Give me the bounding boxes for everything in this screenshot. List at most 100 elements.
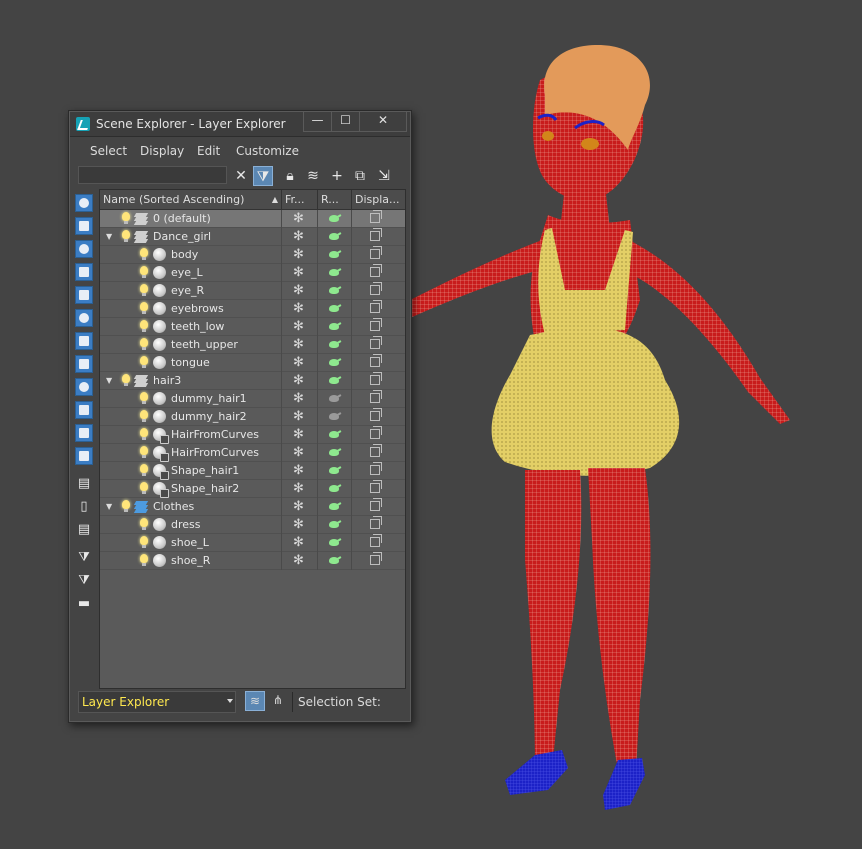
- freeze-toggle[interactable]: ✻: [282, 552, 318, 570]
- column-display[interactable]: Displa...: [352, 190, 405, 209]
- render-toggle[interactable]: [318, 552, 352, 570]
- display-cameras-icon[interactable]: [75, 263, 93, 281]
- tree-row[interactable]: HairFromCurves ✻: [100, 444, 405, 462]
- menu-customize[interactable]: Customize: [236, 144, 299, 158]
- column-render[interactable]: R...: [318, 190, 352, 209]
- display-shapes-icon[interactable]: [75, 217, 93, 235]
- visibility-bulb-icon[interactable]: [140, 356, 148, 368]
- freeze-toggle[interactable]: ✻: [282, 264, 318, 282]
- tree-row[interactable]: teeth_low ✻: [100, 318, 405, 336]
- explorer-dropdown[interactable]: Layer Explorer: [78, 691, 236, 713]
- display-invert-icon[interactable]: ▤: [75, 521, 93, 539]
- title-bar[interactable]: Scene Explorer - Layer Explorer — ☐ ✕: [70, 112, 410, 137]
- display-toggle[interactable]: [352, 426, 405, 444]
- menu-display[interactable]: Display: [140, 144, 184, 158]
- display-geometry-icon[interactable]: [75, 194, 93, 212]
- column-frozen[interactable]: Fr...: [282, 190, 318, 209]
- freeze-toggle[interactable]: ✻: [282, 534, 318, 552]
- row-name-cell[interactable]: body: [100, 246, 282, 264]
- display-containers-icon[interactable]: [75, 401, 93, 419]
- display-toggle[interactable]: [352, 408, 405, 426]
- tree-row[interactable]: teeth_upper ✻: [100, 336, 405, 354]
- maximize-button[interactable]: ☐: [331, 112, 360, 132]
- display-frozen-icon[interactable]: [75, 424, 93, 442]
- display-toggle[interactable]: [352, 228, 405, 246]
- render-toggle[interactable]: [318, 264, 352, 282]
- display-toggle[interactable]: [352, 210, 405, 228]
- visibility-bulb-icon[interactable]: [122, 212, 130, 224]
- tree-row[interactable]: eye_R ✻: [100, 282, 405, 300]
- freeze-toggle[interactable]: ✻: [282, 228, 318, 246]
- display-toggle[interactable]: [352, 552, 405, 570]
- visibility-bulb-icon[interactable]: [140, 302, 148, 314]
- tree-row[interactable]: eye_L ✻: [100, 264, 405, 282]
- render-toggle[interactable]: [318, 372, 352, 390]
- visibility-bulb-icon[interactable]: [122, 230, 130, 242]
- freeze-toggle[interactable]: ✻: [282, 444, 318, 462]
- display-toggle[interactable]: [352, 390, 405, 408]
- expand-toggle-icon[interactable]: ▼: [106, 502, 112, 511]
- freeze-toggle[interactable]: ✻: [282, 462, 318, 480]
- visibility-bulb-icon[interactable]: [140, 482, 148, 494]
- display-bones-icon[interactable]: [75, 378, 93, 396]
- freeze-toggle[interactable]: ✻: [282, 426, 318, 444]
- menu-edit[interactable]: Edit: [197, 144, 220, 158]
- visibility-bulb-icon[interactable]: [122, 500, 130, 512]
- tree-row[interactable]: dress ✻: [100, 516, 405, 534]
- visibility-bulb-icon[interactable]: [140, 446, 148, 458]
- tree-row[interactable]: ▼ hair3 ✻: [100, 372, 405, 390]
- filter-funnel-icon[interactable]: ⧩: [75, 549, 93, 567]
- freeze-toggle[interactable]: ✻: [282, 318, 318, 336]
- display-xrefs-icon[interactable]: [75, 355, 93, 373]
- visibility-bulb-icon[interactable]: [140, 536, 148, 548]
- display-lights-icon[interactable]: [75, 240, 93, 258]
- display-toggle[interactable]: [352, 480, 405, 498]
- row-name-cell[interactable]: HairFromCurves: [100, 444, 282, 462]
- display-all-icon[interactable]: ▤: [75, 475, 93, 493]
- add-to-layer-icon[interactable]: ⧉: [350, 166, 370, 186]
- display-hidden-icon[interactable]: [75, 447, 93, 465]
- row-name-cell[interactable]: shoe_L: [100, 534, 282, 552]
- tree-row[interactable]: tongue ✻: [100, 354, 405, 372]
- render-toggle[interactable]: [318, 246, 352, 264]
- freeze-toggle[interactable]: ✻: [282, 282, 318, 300]
- visibility-bulb-icon[interactable]: [140, 266, 148, 278]
- row-name-cell[interactable]: ▼ Clothes: [100, 498, 282, 516]
- select-layer-icon[interactable]: ⇲: [374, 166, 394, 186]
- render-toggle[interactable]: [318, 228, 352, 246]
- row-name-cell[interactable]: eyebrows: [100, 300, 282, 318]
- freeze-toggle[interactable]: ✻: [282, 408, 318, 426]
- visibility-bulb-icon[interactable]: [140, 338, 148, 350]
- render-toggle[interactable]: [318, 408, 352, 426]
- expand-toggle-icon[interactable]: ▼: [106, 376, 112, 385]
- render-toggle[interactable]: [318, 516, 352, 534]
- display-toggle[interactable]: [352, 264, 405, 282]
- tree-row[interactable]: shoe_R ✻: [100, 552, 405, 570]
- tree-row[interactable]: Shape_hair2 ✻: [100, 480, 405, 498]
- render-toggle[interactable]: [318, 498, 352, 516]
- visibility-bulb-icon[interactable]: [140, 284, 148, 296]
- filter-settings-icon[interactable]: ⧩: [75, 572, 93, 590]
- render-toggle[interactable]: [318, 462, 352, 480]
- render-toggle[interactable]: [318, 390, 352, 408]
- display-toggle[interactable]: [352, 246, 405, 264]
- row-name-cell[interactable]: HairFromCurves: [100, 426, 282, 444]
- row-name-cell[interactable]: shoe_R: [100, 552, 282, 570]
- display-spacewarps-icon[interactable]: [75, 309, 93, 327]
- tree-row[interactable]: shoe_L ✻: [100, 534, 405, 552]
- render-toggle[interactable]: [318, 426, 352, 444]
- layer-view-icon[interactable]: ≋: [245, 691, 265, 711]
- row-name-cell[interactable]: eye_R: [100, 282, 282, 300]
- layer-highlight-icon[interactable]: ≋: [303, 166, 323, 186]
- freeze-toggle[interactable]: ✻: [282, 300, 318, 318]
- display-toggle[interactable]: [352, 300, 405, 318]
- visibility-bulb-icon[interactable]: [122, 374, 130, 386]
- expand-toggle-icon[interactable]: ▼: [106, 232, 112, 241]
- visibility-bulb-icon[interactable]: [140, 554, 148, 566]
- freeze-toggle[interactable]: ✻: [282, 480, 318, 498]
- hierarchy-view-icon[interactable]: ⋔: [268, 691, 288, 711]
- search-input[interactable]: [78, 166, 227, 184]
- row-name-cell[interactable]: tongue: [100, 354, 282, 372]
- tree-row[interactable]: ▼ Dance_girl ✻: [100, 228, 405, 246]
- row-name-cell[interactable]: dress: [100, 516, 282, 534]
